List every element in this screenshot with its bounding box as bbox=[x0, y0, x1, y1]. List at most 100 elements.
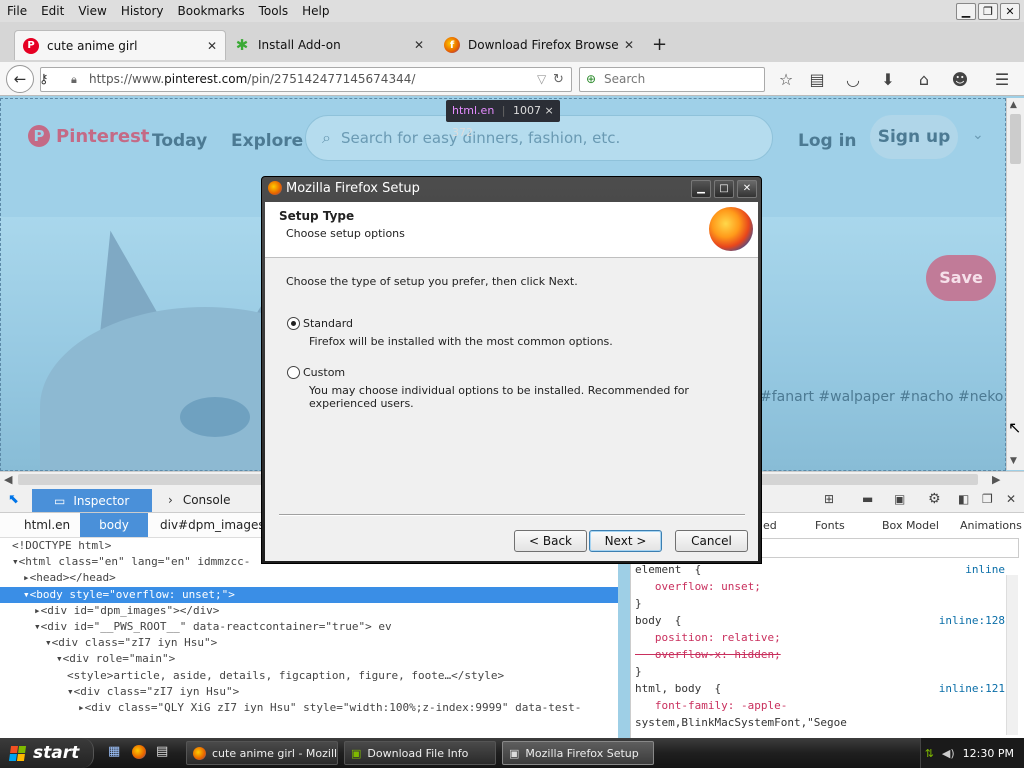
dialog-maximize-button[interactable]: □ bbox=[714, 180, 734, 198]
switch-windows-icon[interactable]: ▤ bbox=[156, 744, 168, 759]
markup-line[interactable]: ▸<div class="QLY XiG zI7 iyn Hsu" style=… bbox=[0, 700, 618, 716]
key-icon[interactable]: ⚷ bbox=[39, 68, 49, 91]
scroll-up-icon[interactable]: ▲ bbox=[1010, 100, 1017, 110]
split-console-icon[interactable]: ▬ bbox=[862, 492, 873, 506]
next-button[interactable]: Next > bbox=[589, 530, 662, 552]
start-button[interactable]: start bbox=[0, 738, 94, 768]
menu-file[interactable]: File bbox=[0, 0, 34, 22]
download-icon[interactable]: ⬇ bbox=[876, 68, 900, 92]
responsive-icon[interactable]: ▣ bbox=[894, 492, 905, 506]
markup-line[interactable]: ▾<div role="main"> bbox=[0, 651, 618, 667]
window-maximize-button[interactable]: ❐ bbox=[978, 3, 998, 20]
rule-source-link[interactable]: inline:128 bbox=[939, 612, 1005, 629]
rule-line[interactable]: } bbox=[635, 663, 1015, 680]
markup-line[interactable]: <style>article, aside, details, figcapti… bbox=[0, 668, 618, 684]
task-download-file-info[interactable]: ▣ Download File Info bbox=[344, 741, 496, 765]
menu-help[interactable]: Help bbox=[295, 0, 336, 22]
menu-history[interactable]: History bbox=[114, 0, 171, 22]
tab-fonts[interactable]: Fonts bbox=[815, 519, 845, 532]
tab-animations[interactable]: Animations bbox=[960, 519, 1022, 532]
rule-source-link[interactable]: inline bbox=[965, 561, 1005, 578]
url-bar[interactable]: ⚷ 🔒︎ https://www.pinterest.com/pin/27514… bbox=[39, 67, 572, 92]
search-input[interactable]: ⊕ Search bbox=[579, 67, 765, 92]
rule-line[interactable]: body {inline:128 bbox=[635, 612, 1015, 629]
rules-scrollbar[interactable] bbox=[1006, 575, 1018, 735]
scroll-right-icon[interactable]: ▶ bbox=[992, 473, 1000, 486]
new-tab-button[interactable]: + bbox=[652, 34, 667, 55]
window-close-button[interactable]: ✕ bbox=[1000, 3, 1020, 20]
rules-view[interactable]: element {inline overflow: unset;} body {i… bbox=[635, 561, 1015, 741]
radio-custom-indicator[interactable] bbox=[287, 366, 300, 379]
menu-bookmarks[interactable]: Bookmarks bbox=[171, 0, 252, 22]
dialog-minimize-button[interactable]: ▁ bbox=[691, 180, 711, 198]
pocket-icon[interactable]: ◡ bbox=[841, 68, 865, 92]
task-firefox-setup[interactable]: ▣ Mozilla Firefox Setup bbox=[502, 741, 654, 765]
tab-install-addon[interactable]: ✱ Install Add-on ✕ bbox=[226, 30, 432, 60]
breadcrumb-body[interactable]: body bbox=[80, 513, 148, 537]
tab-download-firefox[interactable]: f Download Firefox Browser — ... ✕ bbox=[436, 30, 642, 60]
radio-custom[interactable]: Custom bbox=[287, 366, 345, 379]
rule-line[interactable]: system,BlinkMacSystemFont,"Segoe bbox=[635, 714, 1015, 731]
rule-line[interactable]: position: relative; bbox=[635, 629, 1015, 646]
rules-filter-input[interactable] bbox=[761, 538, 1019, 558]
cancel-button[interactable]: Cancel bbox=[675, 530, 748, 552]
markup-line[interactable]: ▸<head></head> bbox=[0, 570, 618, 586]
pick-element-icon[interactable]: ⬉ bbox=[8, 492, 19, 507]
bookmark-star-icon[interactable]: ☆ bbox=[774, 68, 798, 92]
tab-console[interactable]: › Console bbox=[168, 493, 230, 507]
tab-cute-anime-girl[interactable]: P cute anime girl ✕ bbox=[14, 30, 226, 60]
rule-line[interactable]: overflow: unset; bbox=[635, 578, 1015, 595]
tab-inspector[interactable]: ▭ Inspector bbox=[32, 489, 152, 512]
markup-view[interactable]: <!DOCTYPE html> ▾<html class="en" lang="e… bbox=[0, 538, 618, 738]
close-icon[interactable]: ✕ bbox=[414, 38, 424, 52]
back-button[interactable]: < Back bbox=[514, 530, 587, 552]
dropdown-arrow-icon[interactable]: ▽ bbox=[537, 68, 546, 91]
markup-line[interactable]: ▾<body style="overflow: unset;"> bbox=[0, 586, 618, 603]
network-icon[interactable]: ⇅ bbox=[925, 747, 934, 760]
home-icon[interactable]: ⌂ bbox=[912, 68, 936, 92]
dock-side-icon[interactable]: ◧ bbox=[958, 492, 969, 506]
reading-list-icon[interactable]: ▤ bbox=[805, 68, 829, 92]
radio-standard-label[interactable]: Standard bbox=[303, 317, 353, 330]
menu-tools[interactable]: Tools bbox=[252, 0, 296, 22]
tab-computed[interactable]: ed bbox=[763, 519, 777, 532]
undock-icon[interactable]: ❐ bbox=[982, 492, 993, 506]
vertical-scrollbar[interactable]: ▲ ▼ bbox=[1006, 98, 1024, 470]
radio-custom-label[interactable]: Custom bbox=[303, 366, 345, 379]
layout-icon[interactable]: ⊞ bbox=[824, 492, 834, 506]
markup-line[interactable]: ▸<div id="dpm_images"></div> bbox=[0, 603, 618, 619]
reload-icon[interactable]: ↻ bbox=[553, 68, 564, 91]
task-firefox-window[interactable]: cute anime girl - Mozill... bbox=[186, 741, 338, 765]
hamburger-menu-icon[interactable]: ☰ bbox=[990, 68, 1014, 92]
gear-icon[interactable]: ⚙ bbox=[928, 491, 941, 507]
scrollbar-thumb[interactable] bbox=[1010, 114, 1021, 164]
menu-view[interactable]: View bbox=[71, 0, 113, 22]
back-button[interactable]: ← bbox=[6, 65, 34, 93]
close-icon[interactable]: ✕ bbox=[207, 39, 217, 53]
firefox-quicklaunch-icon[interactable] bbox=[132, 745, 146, 759]
markup-line[interactable]: ▾<div class="zI7 iyn Hsu"> bbox=[0, 635, 618, 651]
show-desktop-icon[interactable]: ▦ bbox=[108, 744, 120, 759]
markup-line[interactable]: ▾<div class="zI7 iyn Hsu"> bbox=[0, 684, 618, 700]
radio-standard-indicator[interactable] bbox=[287, 317, 300, 330]
breadcrumb-html[interactable]: html.en bbox=[24, 518, 70, 532]
volume-icon[interactable]: ◀) bbox=[942, 747, 955, 760]
radio-standard[interactable]: Standard bbox=[287, 317, 353, 330]
rule-line[interactable]: html, body {inline:121 bbox=[635, 680, 1015, 697]
rule-line[interactable]: overflow-x: hidden; bbox=[635, 646, 1015, 663]
smiley-icon[interactable]: ☻ bbox=[948, 68, 972, 92]
rule-line[interactable]: } bbox=[635, 595, 1015, 612]
markup-line[interactable]: ▾<div id="__PWS_ROOT__" data-reactcontai… bbox=[0, 619, 618, 635]
clock[interactable]: 12:30 PM bbox=[963, 747, 1014, 760]
scroll-down-icon[interactable]: ▼ bbox=[1010, 456, 1017, 466]
breadcrumb-div[interactable]: div#dpm_images bbox=[160, 518, 265, 532]
close-icon[interactable]: ✕ bbox=[624, 38, 634, 52]
close-icon[interactable]: ✕ bbox=[1006, 492, 1016, 506]
menu-edit[interactable]: Edit bbox=[34, 0, 71, 22]
window-minimize-button[interactable]: ▁ bbox=[956, 3, 976, 20]
dialog-close-button[interactable]: ✕ bbox=[737, 180, 757, 198]
rule-line[interactable]: font-family: -apple- bbox=[635, 697, 1015, 714]
tab-box-model[interactable]: Box Model bbox=[882, 519, 939, 532]
scroll-left-icon[interactable]: ◀ bbox=[4, 473, 12, 486]
rule-source-link[interactable]: inline:121 bbox=[939, 680, 1005, 697]
